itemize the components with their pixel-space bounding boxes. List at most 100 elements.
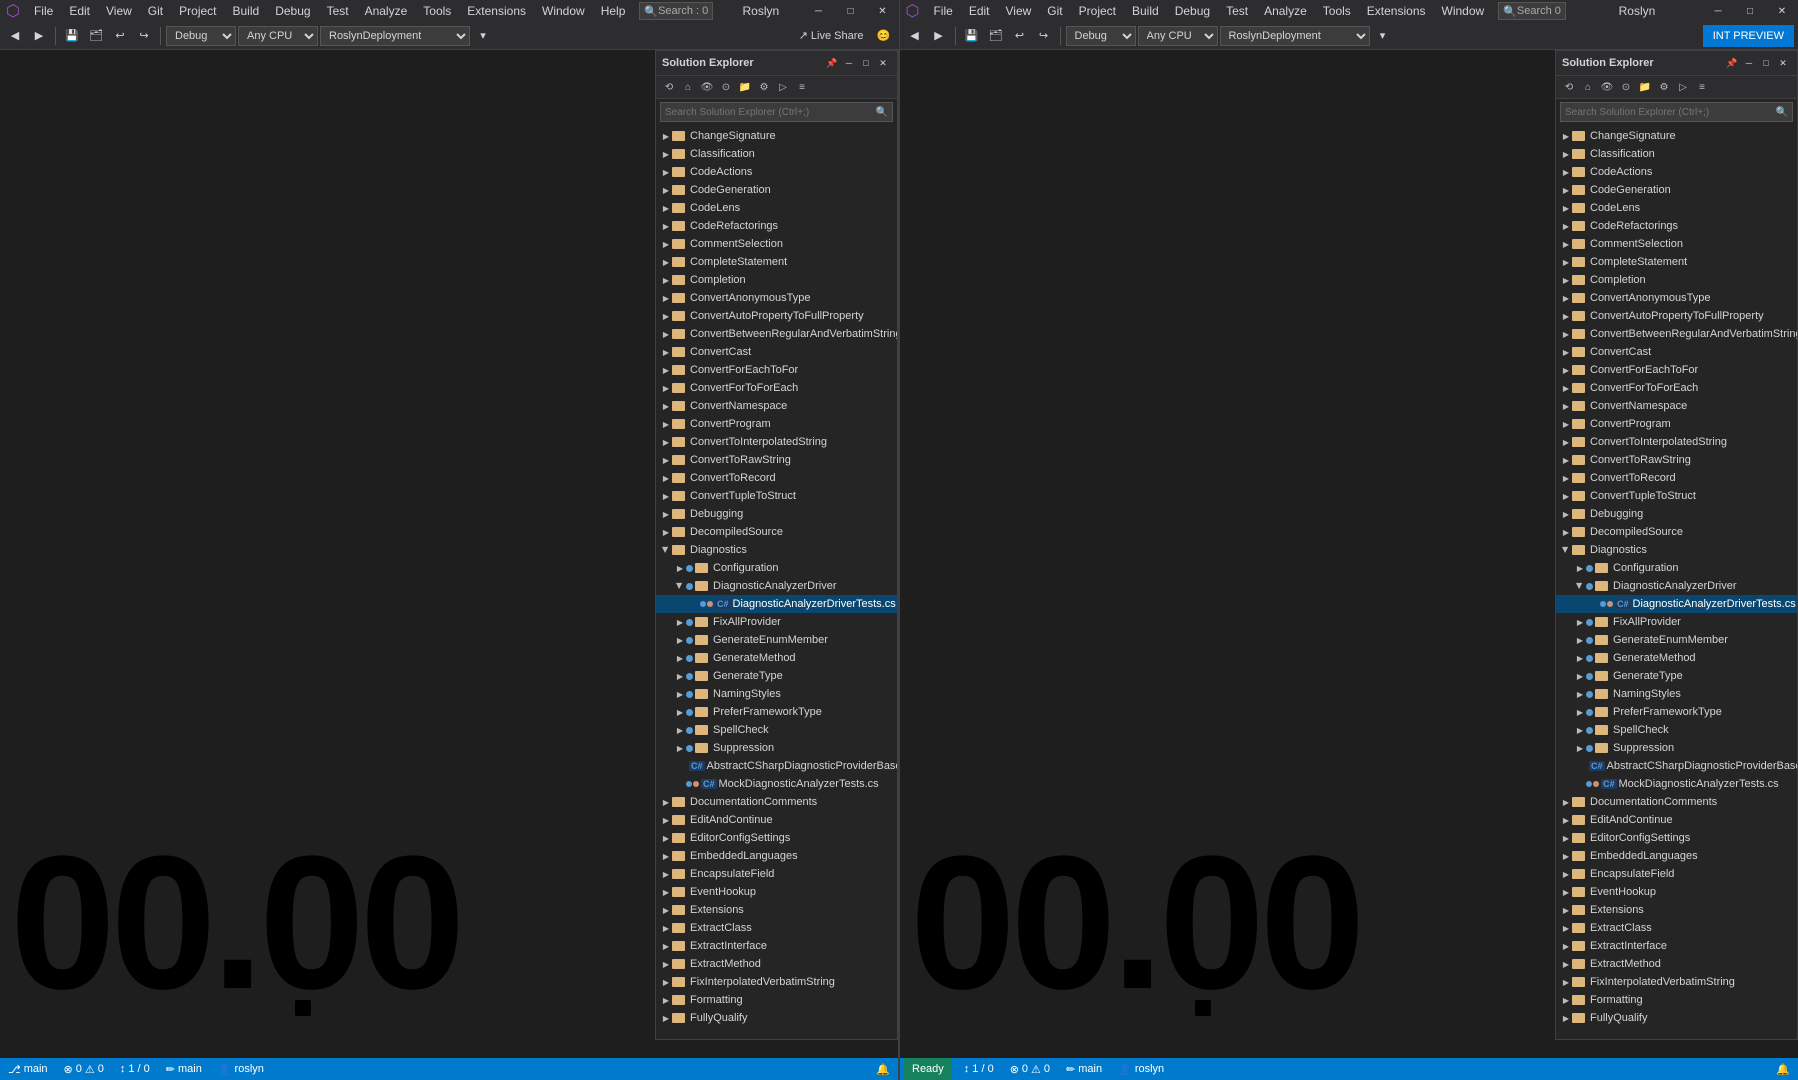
tree-item[interactable]: ▶FixAllProvider (1556, 613, 1797, 631)
tree-item[interactable]: ▶Configuration (1556, 559, 1797, 577)
tree-item[interactable]: ▶GenerateType (1556, 667, 1797, 685)
tree-item[interactable]: ▶DiagnosticAnalyzerDriver (656, 577, 897, 595)
tree-item[interactable]: ▶DocumentationComments (1556, 793, 1797, 811)
right-status-linecol[interactable]: ↕ 1 / 0 (960, 1058, 998, 1080)
tree-item[interactable]: ▶EditAndContinue (1556, 811, 1797, 829)
tb-feedback-left[interactable]: 😊 (873, 25, 895, 47)
tree-item[interactable]: ▶ConvertTupleToStruct (656, 487, 897, 505)
se-tb-filter[interactable]: ⊙ (717, 78, 735, 96)
tree-item[interactable]: C#AbstractCSharpDiagnosticProviderBase (1556, 757, 1797, 775)
menu-build-right[interactable]: Build (1124, 0, 1167, 22)
tree-item[interactable]: ▶DiagnosticAnalyzerDriver (1556, 577, 1797, 595)
right-status-notifications[interactable]: 🔔 (1772, 1063, 1794, 1076)
menu-file-left[interactable]: File (26, 0, 61, 22)
platform-select-right[interactable]: Any CPU (1138, 26, 1218, 46)
menu-analyze-right[interactable]: Analyze (1256, 0, 1315, 22)
tree-item[interactable]: ▶DecompiledSource (656, 523, 897, 541)
menu-extensions-right[interactable]: Extensions (1359, 0, 1434, 22)
close-btn-right[interactable]: ✕ (1766, 0, 1798, 22)
tree-item[interactable]: ▶ExtractInterface (656, 937, 897, 955)
toolbar-back-right[interactable]: ◀ (904, 25, 926, 47)
se-tb-properties[interactable]: ⚙ (755, 78, 773, 96)
left-se-close[interactable]: ✕ (875, 55, 891, 71)
tb-options-left[interactable]: ▾ (472, 25, 494, 47)
tree-item[interactable]: ▶ConvertNamespace (1556, 397, 1797, 415)
top-search-left[interactable]: 🔍 Search : 0 (639, 2, 713, 20)
tree-item[interactable]: ▶EmbeddedLanguages (1556, 847, 1797, 865)
tree-item[interactable]: ▶FixInterpolatedVerbatimString (656, 973, 897, 991)
tree-item[interactable]: ▶DecompiledSource (1556, 523, 1797, 541)
menu-debug-right[interactable]: Debug (1167, 0, 1218, 22)
tree-item[interactable]: ▶ChangeSignature (1556, 127, 1797, 145)
menu-test-left[interactable]: Test (319, 0, 357, 22)
menu-analyze-left[interactable]: Analyze (357, 0, 416, 22)
tree-item[interactable]: ▶FullyQualify (1556, 1009, 1797, 1027)
tree-item[interactable]: ▶CodeGeneration (1556, 181, 1797, 199)
left-se-maximize[interactable]: □ (858, 55, 874, 71)
tree-item[interactable]: ▶ChangeSignature (656, 127, 897, 145)
menu-window-left[interactable]: Window (534, 0, 593, 22)
tree-item[interactable]: ▶CodeLens (656, 199, 897, 217)
tree-item[interactable]: ▶CodeRefactorings (1556, 217, 1797, 235)
tree-item[interactable]: ▶EditorConfigSettings (656, 829, 897, 847)
tree-item[interactable]: ▶CodeRefactorings (656, 217, 897, 235)
se-tb-sync[interactable]: ⟲ (660, 78, 678, 96)
tree-item[interactable]: ▶NamingStyles (656, 685, 897, 703)
tree-item[interactable]: ▶CompleteStatement (1556, 253, 1797, 271)
right-se-pin[interactable]: 📌 (1724, 55, 1740, 71)
tb-save-left[interactable]: 💾 (61, 25, 83, 47)
menu-git-left[interactable]: Git (140, 0, 171, 22)
project-select-left[interactable]: RoslynDeployment (320, 26, 470, 46)
tree-item[interactable]: ▶ConvertToRecord (656, 469, 897, 487)
tree-item[interactable]: ▶ConvertForEachToFor (1556, 361, 1797, 379)
tree-item[interactable]: ▶ConvertAnonymousType (1556, 289, 1797, 307)
tree-item[interactable]: ▶Completion (1556, 271, 1797, 289)
tree-item[interactable]: ▶ConvertToRawString (1556, 451, 1797, 469)
tree-item[interactable]: ▶ConvertAutoPropertyToFullProperty (1556, 307, 1797, 325)
toolbar-forward-right[interactable]: ▶ (928, 25, 950, 47)
tree-item[interactable]: ▶ExtractClass (656, 919, 897, 937)
project-select-right[interactable]: RoslynDeployment (1220, 26, 1370, 46)
tree-item[interactable]: C#AbstractCSharpDiagnosticProviderBase (656, 757, 897, 775)
menu-help-left[interactable]: Help (593, 0, 634, 22)
tree-item[interactable]: ▶CommentSelection (1556, 235, 1797, 253)
tree-item[interactable]: C#DiagnosticAnalyzerDriverTests.cs (656, 595, 897, 613)
tree-item[interactable]: ▶ConvertTupleToStruct (1556, 487, 1797, 505)
menu-project-left[interactable]: Project (171, 0, 224, 22)
left-se-search-input[interactable] (665, 107, 876, 118)
tree-item[interactable]: ▶ConvertToInterpolatedString (656, 433, 897, 451)
tb-saveas-right[interactable]: 🗂 (985, 25, 1007, 47)
left-se-search[interactable]: 🔍 (660, 102, 893, 122)
menu-git-right[interactable]: Git (1039, 0, 1070, 22)
tree-item[interactable]: ▶GenerateEnumMember (656, 631, 897, 649)
tree-item[interactable]: ▶EmbeddedLanguages (656, 847, 897, 865)
tb-save-right[interactable]: 💾 (961, 25, 983, 47)
minimize-btn-left[interactable]: ─ (803, 0, 835, 22)
maximize-btn-right[interactable]: □ (1734, 0, 1766, 22)
menu-project-right[interactable]: Project (1071, 0, 1124, 22)
se-tb-show-all[interactable]: 👁 (698, 78, 716, 96)
tree-item[interactable]: ▶CompleteStatement (656, 253, 897, 271)
tree-item[interactable]: ▶EditAndContinue (656, 811, 897, 829)
tree-item[interactable]: ▶ConvertProgram (656, 415, 897, 433)
right-status-user[interactable]: 👤 roslyn (1114, 1058, 1168, 1080)
menu-build-left[interactable]: Build (225, 0, 268, 22)
tree-item[interactable]: ▶EncapsulateField (656, 865, 897, 883)
tree-item[interactable]: ▶CommentSelection (656, 235, 897, 253)
right-se-search-input[interactable] (1565, 107, 1776, 118)
right-status-pencil[interactable]: ✏ main (1062, 1058, 1106, 1080)
left-se-pin[interactable]: 📌 (824, 55, 840, 71)
right-se-tb-preview[interactable]: ▷ (1674, 78, 1692, 96)
tree-item[interactable]: ▶ConvertCast (656, 343, 897, 361)
tree-item[interactable]: ▶FullyQualify (656, 1009, 897, 1027)
tree-item[interactable]: ▶Completion (656, 271, 897, 289)
se-tb-home[interactable]: ⌂ (679, 78, 697, 96)
tb-undo-right[interactable]: ↩ (1009, 25, 1031, 47)
tree-item[interactable]: ▶CodeGeneration (656, 181, 897, 199)
toolbar-back-left[interactable]: ◀ (4, 25, 26, 47)
se-tb-preview[interactable]: ▷ (774, 78, 792, 96)
tree-item[interactable]: ▶EventHookup (656, 883, 897, 901)
right-se-tb-home[interactable]: ⌂ (1579, 78, 1597, 96)
tree-item[interactable]: ▶ConvertNamespace (656, 397, 897, 415)
tree-item[interactable]: ▶Diagnostics (1556, 541, 1797, 559)
